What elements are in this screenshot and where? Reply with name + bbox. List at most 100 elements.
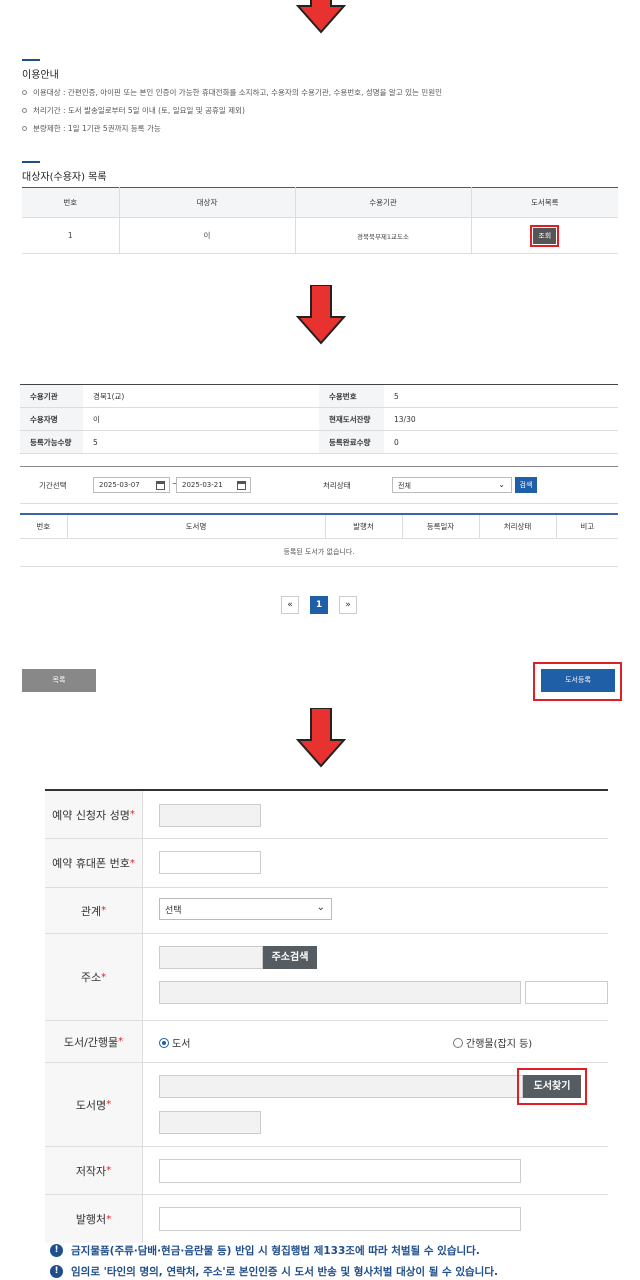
radio-label: 간행물(잡지 등) [466,1039,533,1050]
form-row-name: 예약 신청자 성명 * [45,791,608,839]
book-list-table: 번호 도서명 발행처 등록일자 처리상태 비고 등록된 도서가 없습니다. [20,513,618,567]
inmate-info-table: 수용기관 경북1(교) 수용번호 5 수용자명 이 현재도서잔량 13/30 등… [20,384,618,454]
form-row-address: 주소 * 주소검색 [45,934,608,1021]
author-input[interactable] [159,1159,521,1183]
info-row: 수용기관 경북1(교) 수용번호 5 [20,384,618,408]
guide-item: 분량제한 : 1일 1기관 5권까지 등록 가능 [22,123,161,134]
next-page-button[interactable]: » [339,596,357,614]
relation-value: 선택 [165,906,182,916]
form-label: 도서명 * [45,1063,143,1146]
view-button[interactable]: 조회 [530,224,560,247]
bullet-icon [22,90,27,95]
row-org: 경북북부제1교도소 [295,217,472,254]
col-header: 비고 [556,514,618,539]
table-header: 번호 대상자 수용기관 도서목록 [22,187,618,218]
col-header: 번호 [20,514,68,539]
address-detail-input[interactable] [525,981,608,1004]
col-header: 대상자 [119,187,296,218]
required-mark: * [106,1213,112,1225]
info-label: 현재도서잔량 [319,407,384,431]
page-1-button[interactable]: 1 [310,596,328,614]
col-header: 등록일자 [402,514,480,539]
info-value: 경북1(교) [83,384,319,408]
date-from-value: 2025-03-07 [99,481,140,489]
reservation-form: 예약 신청자 성명 * 예약 휴대폰 번호 * 관계 * 선택 ⌄ 주소 * 주소검색 … [45,789,608,1243]
book-extra-input[interactable] [159,1111,261,1134]
form-row-relation: 관계 * 선택 ⌄ [45,888,608,934]
guide-text: 이용대상 : 간편인증, 아이핀 또는 본인 인증이 가능한 휴대전화를 소지하… [33,88,443,97]
info-row: 등록가능수량 5 등록완료수량 0 [20,430,618,454]
notice-line: ! 금지물품(주류·담배·현금·음란물 등) 반입 시 형집행법 제133조에 따… [50,1243,480,1258]
form-label: 도서/간행물 * [45,1021,143,1062]
prev-page-button[interactable]: « [281,596,299,614]
required-mark: * [106,1099,112,1110]
label-text: 관계 [80,904,102,918]
highlight-box [533,662,622,701]
radio-unchecked-icon [453,1037,463,1048]
address-search-button[interactable]: 주소검색 [263,946,317,969]
label-text: 예약 신청자 성명 [52,808,130,822]
info-value: 5 [384,384,618,408]
highlight-box [517,1068,587,1105]
guide-text: 처리기간 : 도서 발송일로부터 5일 이내 (토, 일요일 및 공휴일 제외) [33,106,245,115]
info-value: 5 [83,430,319,454]
search-filter: 기간선택 2025-03-07 ~ 2025-03-21 처리상태 전체 ⌄ 검… [20,466,618,504]
col-header: 수용기관 [295,187,472,218]
notice-text: 금지물품(주류·담배·현금·음란물 등) 반입 시 형집행법 제133조에 따라… [71,1245,480,1257]
form-row-type: 도서/간행물 * 도서 간행물(잡지 등) [45,1021,608,1063]
info-value: 0 [384,430,618,454]
info-value: 13/30 [384,407,618,431]
phone-input[interactable] [159,851,261,874]
bullet-icon [22,108,27,113]
form-row-phone: 예약 휴대폰 번호 * [45,839,608,888]
col-header: 도서명 [67,514,326,539]
notice-line: ! 임의로 '타인의 명의, 연락처, 주소'로 본인인증 시 도서 반송 및 형… [50,1264,498,1279]
target-list-title: 대상자(수용자) 목록 [22,172,107,183]
guide-item: 처리기간 : 도서 발송일로부터 5일 이내 (토, 일요일 및 공휴일 제외) [22,105,245,116]
info-label: 수용번호 [319,384,384,408]
form-label: 관계 * [45,888,143,933]
info-label: 수용자명 [20,407,83,431]
col-header: 발행처 [325,514,403,539]
status-select[interactable]: 전체 ⌄ [392,477,512,493]
period-label: 기간선택 [39,481,67,490]
relation-select[interactable]: 선택 ⌄ [159,898,332,920]
guide-item: 이용대상 : 간편인증, 아이핀 또는 본인 인증이 가능한 휴대전화를 소지하… [22,87,442,98]
label-text: 발행처 [75,1213,107,1226]
info-label: 수용기관 [20,384,83,408]
form-label: 저작자 * [45,1147,143,1194]
radio-book[interactable]: 도서 [159,1035,190,1050]
required-mark: * [101,905,107,916]
radio-label: 도서 [172,1039,191,1050]
info-label: 등록완료수량 [319,430,384,454]
required-mark: * [129,857,135,869]
alert-icon: ! [50,1265,63,1278]
date-from-input[interactable]: 2025-03-07 [93,477,170,493]
publisher-input[interactable] [159,1207,521,1231]
title-bar [22,161,40,163]
table-header: 번호 도서명 발행처 등록일자 처리상태 비고 [20,514,618,539]
calendar-icon[interactable] [237,481,246,490]
applicant-name-input[interactable] [159,804,261,827]
calendar-icon[interactable] [156,481,165,490]
address-input[interactable] [159,981,521,1004]
info-value: 이 [83,407,319,431]
book-title-input[interactable] [159,1075,523,1098]
form-label: 주소 * [45,934,143,1020]
search-button[interactable]: 검색 [515,477,537,493]
label-text: 주소 [80,971,102,984]
label-text: 도서/간행물 [63,1035,119,1049]
row-name: 이 [119,217,296,254]
list-button[interactable]: 목록 [22,669,96,692]
chevron-down-icon: ⌄ [316,902,325,913]
form-label: 예약 신청자 성명 * [45,791,143,838]
label-text: 도서명 [75,1098,107,1112]
radio-periodical[interactable]: 간행물(잡지 등) [453,1035,532,1050]
down-arrow-icon [296,0,346,34]
alert-icon: ! [50,1244,63,1257]
form-label: 발행처 * [45,1195,143,1243]
zipcode-input[interactable] [159,946,263,969]
date-to-input[interactable]: 2025-03-21 [176,477,251,493]
guide-text: 분량제한 : 1일 1기관 5권까지 등록 가능 [33,124,161,133]
required-mark: * [129,809,135,820]
